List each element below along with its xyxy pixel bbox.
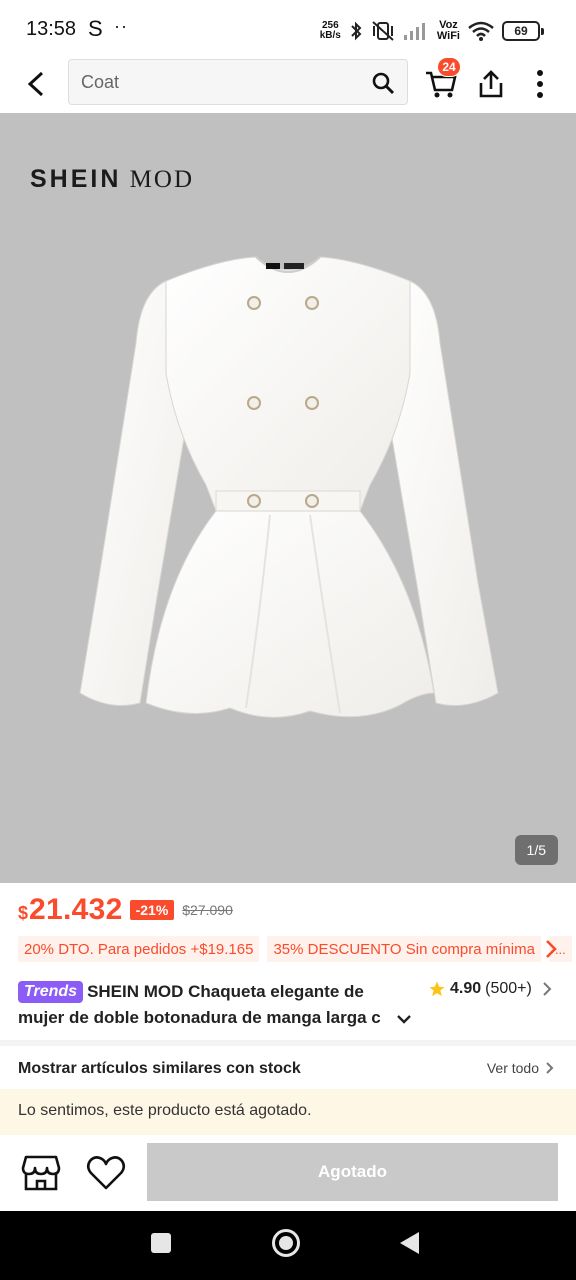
product-title[interactable]: Trends SHEIN MOD Chaqueta elegante de muj… xyxy=(18,979,418,1031)
back-button[interactable] xyxy=(18,64,54,104)
battery-indicator: 69 xyxy=(502,21,544,41)
back-arrow-icon xyxy=(27,71,44,97)
vibrate-mute-icon xyxy=(372,21,394,41)
heart-icon xyxy=(86,1156,126,1190)
chevron-down-icon[interactable] xyxy=(396,1012,412,1026)
bottom-action-bar: Agotado xyxy=(0,1135,576,1211)
price-row: $ 21.432 -21% $27.090 xyxy=(18,893,233,929)
review-count: (500+) xyxy=(485,980,532,997)
sold-out-notice: Lo sentimos, este producto está agotado. xyxy=(0,1089,576,1135)
similar-items-title: Mostrar artículos similares con stock xyxy=(18,1060,301,1077)
see-all-link[interactable]: Ver todo xyxy=(487,1060,554,1076)
chevron-right-icon[interactable] xyxy=(544,938,558,960)
product-image-gallery[interactable]: SHEIN MOD 1/5 xyxy=(0,113,576,883)
store-icon xyxy=(21,1155,61,1191)
search-input[interactable]: Coat xyxy=(68,59,408,105)
share-icon xyxy=(479,70,503,98)
wishlist-button[interactable] xyxy=(85,1153,127,1193)
trends-badge[interactable]: Trends xyxy=(18,981,84,1003)
sold-out-button[interactable]: Agotado xyxy=(147,1143,558,1201)
more-options-button[interactable] xyxy=(524,64,556,104)
status-time: 13:58 xyxy=(26,18,77,40)
network-speed: 256 kB/s xyxy=(320,21,341,41)
search-icon[interactable] xyxy=(371,71,395,95)
promo-tag[interactable]: 20% DTO. Para pedidos +$19.165 xyxy=(18,936,260,962)
signal-icon xyxy=(403,23,425,40)
network-speed-unit: kB/s xyxy=(319,30,341,41)
status-icons: 256 kB/s Voz WiFi 69 xyxy=(320,18,544,44)
brand-logo: SHEIN MOD xyxy=(30,165,194,194)
app-indicator: S xyxy=(88,16,103,41)
chevron-right-icon xyxy=(546,1062,554,1074)
price-currency: $ xyxy=(18,903,29,923)
brand-logo-secondary: MOD xyxy=(129,166,194,193)
status-bar: 13:58 S ·· 256 kB/s Voz WiFi 69 xyxy=(0,0,576,56)
voz-wifi-label: Voz WiFi xyxy=(437,20,460,42)
brand-logo-primary: SHEIN xyxy=(30,165,122,193)
promo-tag[interactable]: 35% DESCUENTO Sin compra mínima xyxy=(267,936,541,962)
image-counter: 1/5 xyxy=(514,835,558,865)
system-navigation-bar xyxy=(0,1211,576,1280)
promo-row[interactable]: 20% DTO. Para pedidos +$19.165 35% DESCU… xyxy=(18,936,572,962)
wifi-label: WiFi xyxy=(436,30,460,42)
wifi-icon xyxy=(468,21,494,41)
more-notifications-indicator: ·· xyxy=(114,16,128,36)
product-title-line1: SHEIN MOD Chaqueta elegante de xyxy=(87,982,364,1001)
see-all-label: Ver todo xyxy=(486,1060,539,1076)
product-title-line2: mujer de doble botonadura de manga larga… xyxy=(18,1008,381,1027)
cart-count-badge: 24 xyxy=(437,57,461,77)
bluetooth-icon xyxy=(351,21,362,41)
store-button[interactable] xyxy=(20,1153,62,1193)
similar-items-section: Mostrar artículos similares con stock Ve… xyxy=(0,1040,576,1088)
system-back-button[interactable] xyxy=(400,1232,419,1254)
discount-badge: -21% xyxy=(129,900,175,920)
recent-apps-button[interactable] xyxy=(151,1233,171,1253)
app-header: Coat 24 xyxy=(0,56,576,112)
search-query: Coat xyxy=(81,72,120,92)
current-price: 21.432 xyxy=(29,893,123,926)
more-icon xyxy=(537,70,543,98)
rating-summary[interactable]: 4.90 (500+) xyxy=(428,980,552,998)
product-photo xyxy=(79,256,499,718)
home-button[interactable] xyxy=(272,1229,300,1257)
star-icon xyxy=(429,981,445,997)
original-price: $27.090 xyxy=(182,902,233,918)
rating-value: 4.90 xyxy=(450,980,482,997)
chevron-right-icon xyxy=(543,982,552,996)
sold-out-message: Lo sentimos, este producto está agotado. xyxy=(18,1102,312,1119)
share-button[interactable] xyxy=(474,64,508,104)
